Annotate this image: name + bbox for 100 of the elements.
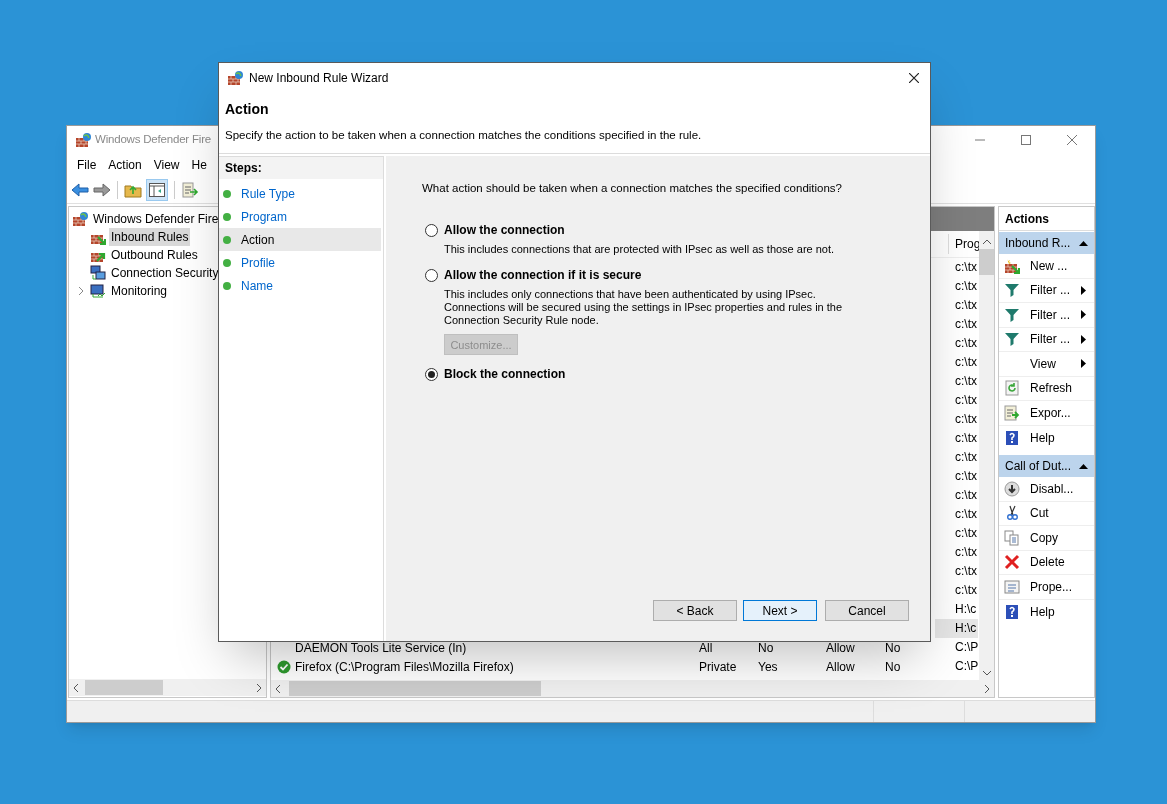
action-label: Prope... — [1030, 578, 1074, 596]
step-link[interactable]: Action — [241, 230, 275, 249]
table-cell-text: c:\tx — [954, 582, 978, 599]
tree-item[interactable]: Inbound Rules — [109, 228, 191, 246]
table-cell-text: c:\tx — [954, 506, 978, 523]
action-item[interactable]: Help — [999, 425, 1094, 450]
table-cell-text: Firefox (C:\Program Files\Mozilla Firefox) — [295, 658, 515, 676]
action-item[interactable]: New ... — [999, 254, 1094, 279]
window-title: Windows Defender Fire — [95, 132, 211, 148]
group-header[interactable]: Inbound R... — [999, 232, 1094, 254]
step-link[interactable]: Name — [241, 276, 273, 295]
table-cell-text: Yes — [758, 658, 779, 676]
expand-chevron-icon[interactable] — [78, 286, 85, 296]
help-icon — [1004, 429, 1020, 446]
radio-button[interactable] — [425, 367, 438, 381]
export-icon — [1004, 404, 1020, 421]
tree-item[interactable]: Outbound Rules — [109, 246, 200, 264]
scissors-icon — [1004, 505, 1020, 522]
table-cell-text: c:\tx — [954, 563, 978, 580]
wizard-button[interactable]: Next > — [743, 600, 817, 621]
action-item[interactable]: Delete — [999, 550, 1094, 575]
wizard-button[interactable]: Cancel — [825, 600, 909, 621]
scroll-down-icon[interactable] — [981, 668, 992, 678]
firewall-icon — [75, 132, 91, 148]
vertical-scrollbar[interactable] — [979, 231, 994, 680]
action-label: Delete — [1030, 554, 1066, 572]
firewall-icon — [72, 211, 88, 227]
column-header[interactable]: Prog — [955, 235, 979, 253]
tree-item[interactable]: Connection Security — [109, 264, 221, 282]
table-cell-text: No — [885, 639, 902, 657]
close-icon[interactable] — [909, 73, 919, 83]
action-item[interactable]: Help — [999, 599, 1094, 624]
menu-item[interactable]: File — [71, 156, 103, 174]
firewall-icon — [227, 70, 243, 86]
action-item[interactable]: Cut — [999, 501, 1094, 526]
action-item[interactable]: Filter ... — [999, 327, 1094, 352]
group-title: Inbound R... — [1005, 235, 1072, 252]
tree-item[interactable]: Monitoring — [109, 282, 170, 300]
action-label: Disabl... — [1030, 480, 1075, 498]
menu-item[interactable]: View — [147, 156, 186, 174]
step-bullet-icon — [223, 212, 231, 221]
option-label[interactable]: Allow the connection — [444, 221, 565, 240]
table-cell-text: c:\tx — [954, 316, 978, 333]
step-link[interactable]: Profile — [241, 253, 275, 272]
group-header[interactable]: Call of Dut... — [999, 455, 1094, 477]
properties-icon — [1004, 578, 1020, 595]
option-label[interactable]: Block the connection — [444, 365, 566, 384]
maximize-icon[interactable] — [1021, 135, 1031, 145]
scroll-up-icon[interactable] — [981, 237, 992, 247]
table-cell: H:\c — [935, 619, 978, 638]
step-bullet-icon — [223, 258, 231, 267]
action-item[interactable]: Expor... — [999, 401, 1094, 426]
filter-icon — [1004, 306, 1020, 323]
action-label: View — [1030, 355, 1057, 373]
collapse-triangle-icon[interactable] — [1079, 240, 1088, 246]
menu-item[interactable]: He — [185, 156, 213, 174]
option-label[interactable]: Allow the connection if it is secure — [444, 266, 642, 285]
computers-icon — [90, 265, 106, 281]
wizard-button[interactable]: < Back — [653, 600, 737, 621]
radio-button[interactable] — [425, 223, 438, 237]
export-list-icon[interactable] — [181, 181, 199, 198]
horizontal-scrollbar[interactable] — [69, 679, 266, 696]
scroll-thumb[interactable] — [85, 680, 163, 695]
action-label: Refresh — [1030, 380, 1074, 398]
action-label: Filter ... — [1030, 282, 1071, 300]
table-cell-text: C:\P — [954, 639, 978, 656]
radio-button[interactable] — [425, 268, 438, 282]
scroll-thumb[interactable] — [289, 681, 541, 696]
forward-arrow-icon[interactable] — [93, 181, 111, 198]
console-tree-button[interactable] — [146, 178, 168, 201]
tree-item[interactable]: Windows Defender Fire — [93, 210, 219, 228]
action-item[interactable]: View — [999, 352, 1094, 377]
window-title: New Inbound Rule Wizard — [249, 70, 389, 87]
menu-item[interactable]: Action — [102, 156, 148, 174]
option-description: This includes connections that are protected with IPsec as well as those are not. — [444, 243, 836, 257]
step-bullet-icon — [223, 189, 231, 198]
table-cell-text: c:\tx — [954, 259, 978, 276]
table-cell-text: c:\tx — [954, 430, 978, 447]
table-cell-text: No — [885, 658, 902, 676]
action-label: Filter ... — [1030, 331, 1071, 349]
action-item[interactable]: Filter ... — [999, 278, 1094, 303]
action-item[interactable]: Prope... — [999, 575, 1094, 600]
action-item[interactable]: Refresh — [999, 376, 1094, 401]
table-cell-text: c:\tx — [954, 449, 978, 466]
action-item[interactable]: Copy — [999, 526, 1094, 551]
step-link[interactable]: Program — [241, 207, 287, 226]
horizontal-scrollbar[interactable] — [271, 680, 994, 697]
step-link[interactable]: Rule Type — [241, 184, 295, 203]
back-arrow-icon[interactable] — [71, 181, 89, 198]
action-label: Help — [1030, 429, 1056, 447]
table-cell-text: c:\tx — [954, 335, 978, 352]
action-item[interactable]: Filter ... — [999, 303, 1094, 328]
table-cell-text: H:\c — [954, 601, 978, 618]
action-item[interactable]: Disabl... — [999, 477, 1094, 502]
wizard-description: Specify the action to be taken when a connection matches the conditions specified in the rule. — [225, 128, 703, 143]
action-label: New ... — [1030, 257, 1069, 275]
scroll-thumb[interactable] — [979, 249, 994, 275]
table-cell-text: c:\tx — [954, 487, 978, 504]
collapse-triangle-icon[interactable] — [1079, 463, 1088, 469]
table-cell-text: c:\tx — [954, 354, 978, 371]
